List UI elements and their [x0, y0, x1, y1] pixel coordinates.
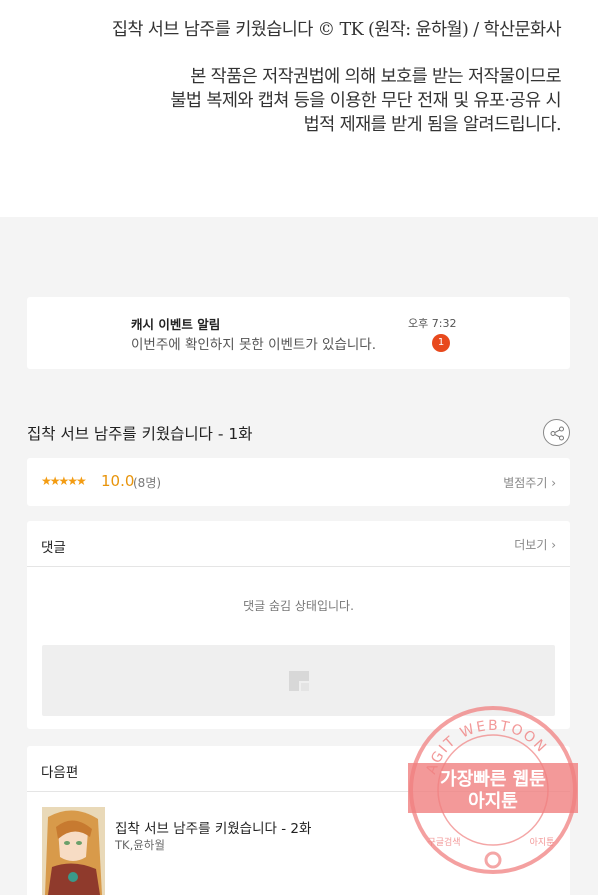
next-episode-header: 다음편: [41, 765, 79, 781]
copyright-notice: 집착 서브 남주를 키웠습니다 © TK (원작: 윤하월) / 학산문화사 본…: [0, 0, 598, 217]
next-episode-title[interactable]: 집착 서브 남주를 키웠습니다 - 2화: [115, 817, 311, 837]
next-episode-card: 다음편 집착 서브 남주를 키웠습니다 - 2화 TK,윤하월: [27, 746, 570, 895]
rating-stars: ★★★★★: [41, 474, 87, 488]
divider: [27, 791, 570, 792]
next-episode-author: TK,윤하월: [115, 838, 165, 852]
copyright-warning-line: 불법 복제와 캡쳐 등을 이용한 무단 전재 및 유포·공유 시: [170, 91, 561, 111]
event-notification-card[interactable]: 캐시 이벤트 알림 이번주에 확인하지 못한 이벤트가 있습니다. 오후 7:3…: [27, 297, 570, 369]
notification-title: 캐시 이벤트 알림: [131, 317, 221, 332]
notification-count-badge: 1: [432, 334, 450, 352]
image-placeholder-icon: [289, 671, 309, 691]
share-button[interactable]: [543, 419, 570, 446]
rating-card: ★★★★★ 10.0 (8명) 별점주기 ›: [27, 458, 570, 506]
rate-button[interactable]: 별점주기 ›: [503, 474, 556, 491]
copyright-warning-line: 본 작품은 저작권법에 의해 보호를 받는 저작물이므로: [190, 67, 561, 87]
share-icon: [550, 426, 564, 441]
rating-score: 10.0: [101, 472, 135, 490]
comments-card: 댓글 더보기 › 댓글 숨김 상태입니다.: [27, 521, 570, 729]
notification-time: 오후 7:32: [408, 317, 457, 330]
notification-message: 이번주에 확인하지 못한 이벤트가 있습니다.: [131, 337, 377, 353]
copyright-warning-line: 법적 제재를 받게 됨을 알려드립니다.: [303, 115, 562, 135]
comments-header: 댓글: [41, 540, 66, 556]
comments-hidden-message: 댓글 숨김 상태입니다.: [243, 599, 354, 613]
rating-count: (8명): [133, 476, 162, 490]
comments-more-link[interactable]: 더보기 ›: [514, 536, 556, 553]
episode-title: 집착 서브 남주를 키웠습니다 - 1화: [27, 425, 253, 443]
ad-placeholder[interactable]: [42, 645, 555, 716]
next-episode-thumbnail[interactable]: [42, 807, 105, 895]
divider: [27, 566, 570, 567]
copyright-line: 집착 서브 남주를 키웠습니다 © TK (원작: 윤하월) / 학산문화사: [111, 20, 562, 40]
